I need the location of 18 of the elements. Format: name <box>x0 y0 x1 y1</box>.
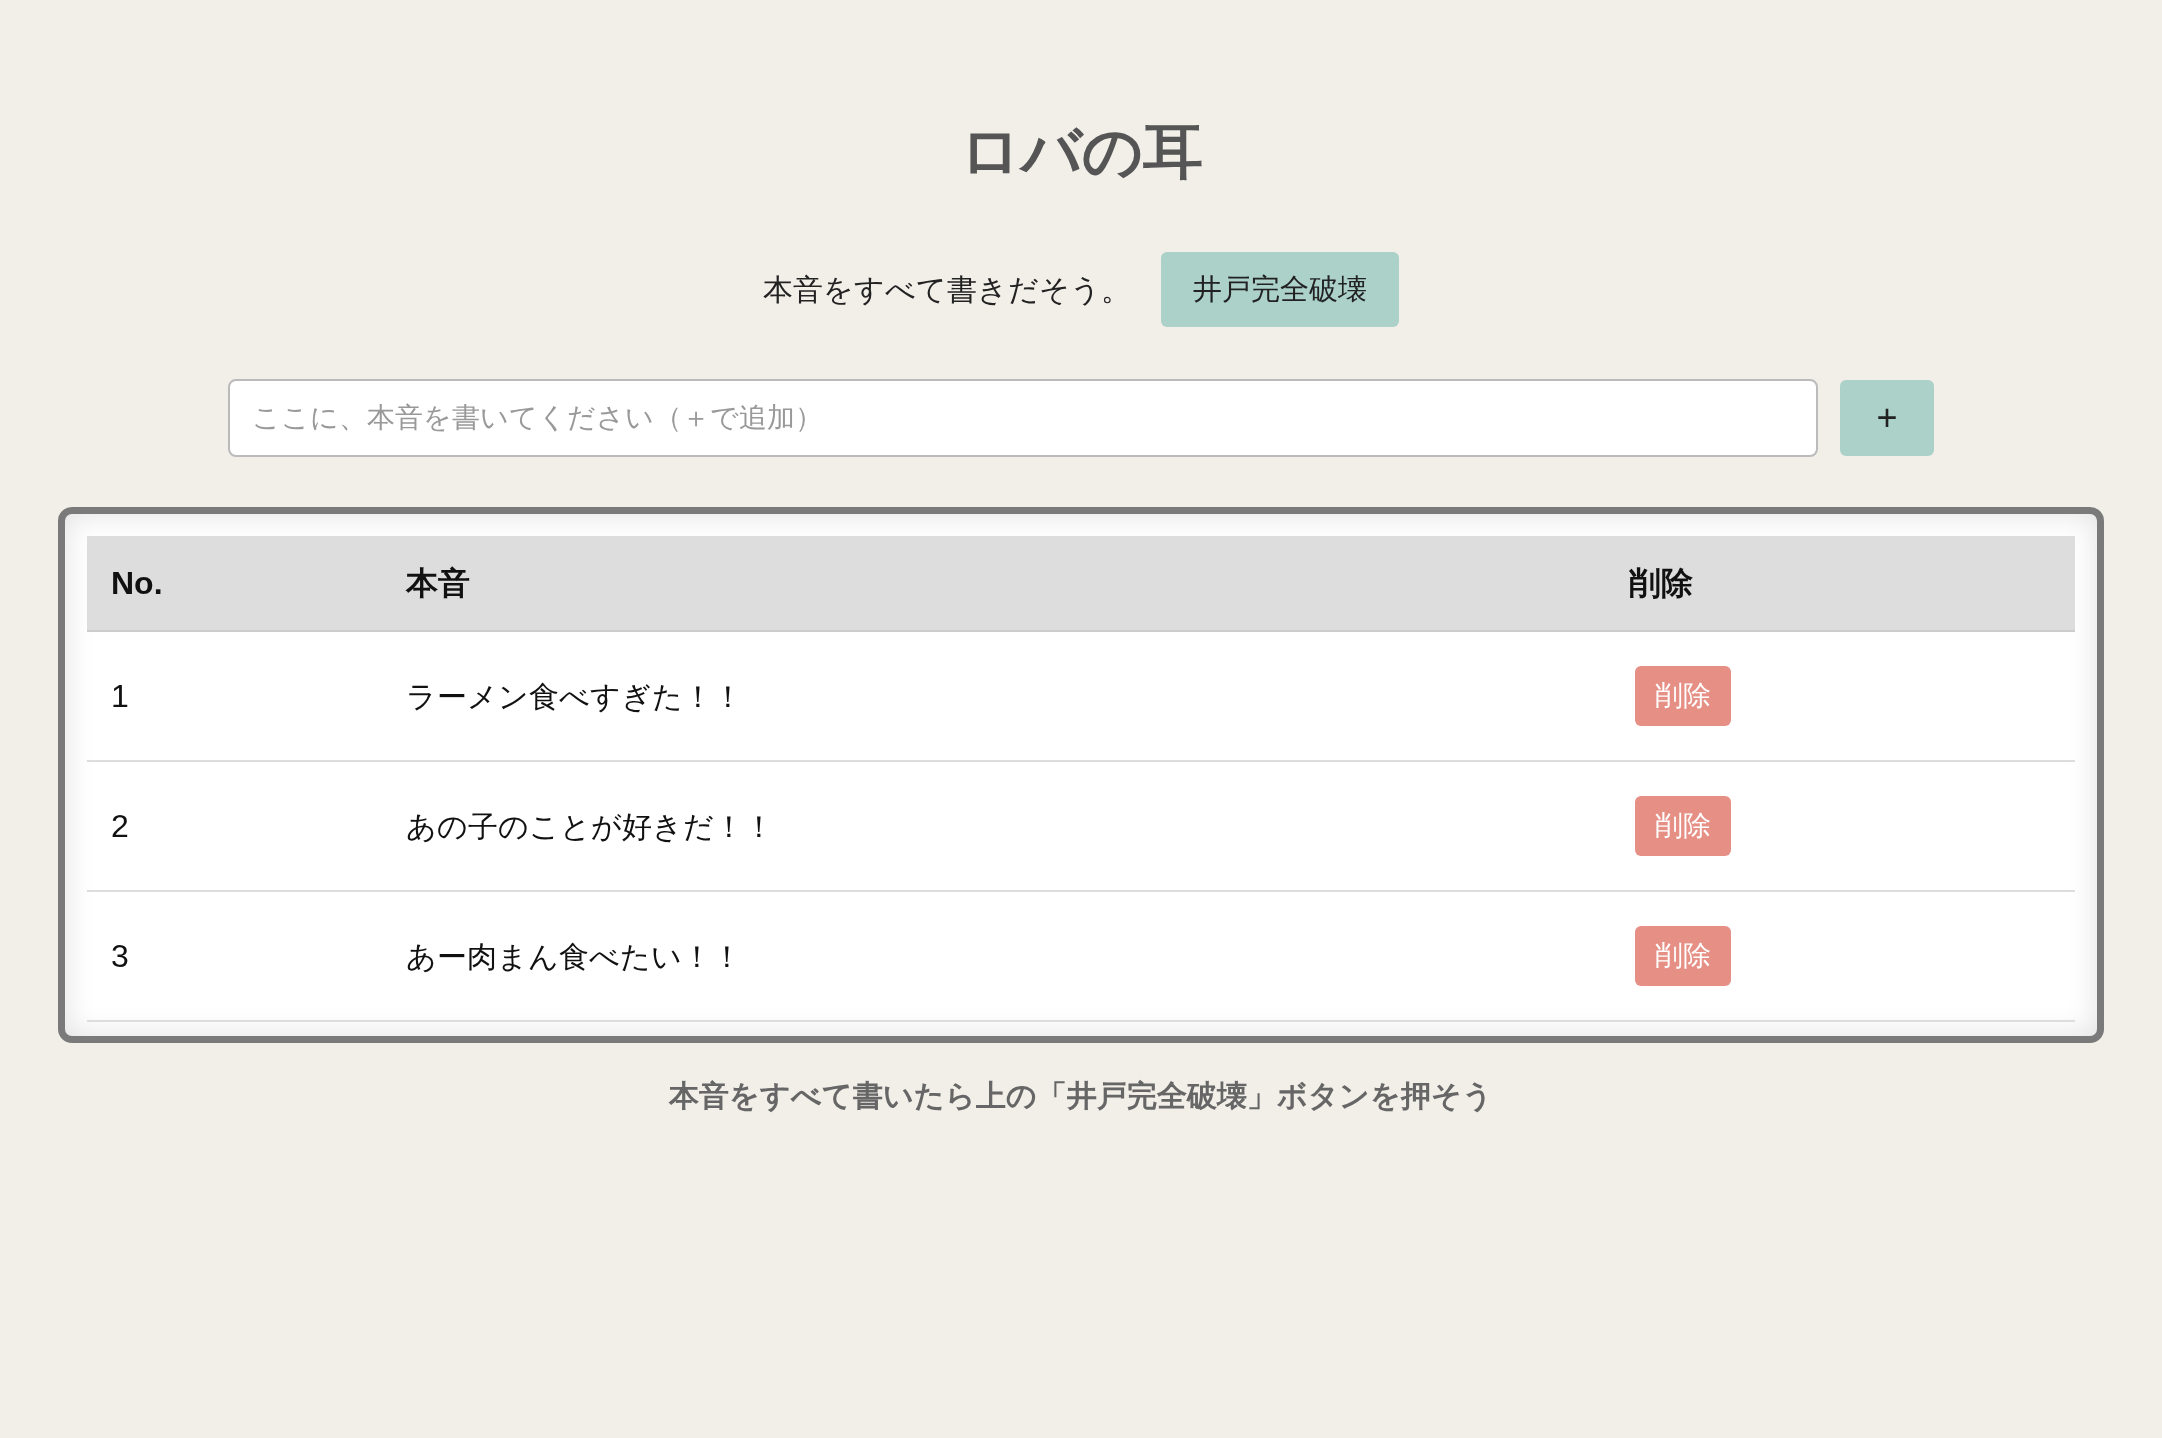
destroy-button[interactable]: 井戸完全破壊 <box>1161 252 1399 327</box>
column-header: 本音 <box>404 564 470 603</box>
intro-text: 本音をすべて書きだそう。 <box>763 272 1131 308</box>
entry-text: あの子のことが好きだ！！ <box>405 808 774 845</box>
footer-note: 本音をすべて書いたら上の「井戸完全破壊」ボタンを押そう <box>669 1078 1493 1114</box>
delete-button[interactable]: 削除 <box>1635 926 1731 986</box>
entry-text: あー肉まん食べたい！！ <box>405 938 742 975</box>
column-header: No. <box>110 564 163 603</box>
row-number: 2 <box>110 807 129 846</box>
delete-button[interactable]: 削除 <box>1635 666 1731 726</box>
entry-text: ラーメン食べすぎた！！ <box>405 678 743 715</box>
delete-button[interactable]: 削除 <box>1635 796 1731 856</box>
input-field[interactable]: ここに、本音を書いてください（＋で追加） <box>228 379 1818 457</box>
column-header: 削除 <box>1628 564 1693 603</box>
row-number: 3 <box>110 937 129 976</box>
row-number: 1 <box>110 677 129 716</box>
page-title: ロバの耳 <box>959 122 1203 182</box>
add-button[interactable]: + <box>1840 380 1934 456</box>
